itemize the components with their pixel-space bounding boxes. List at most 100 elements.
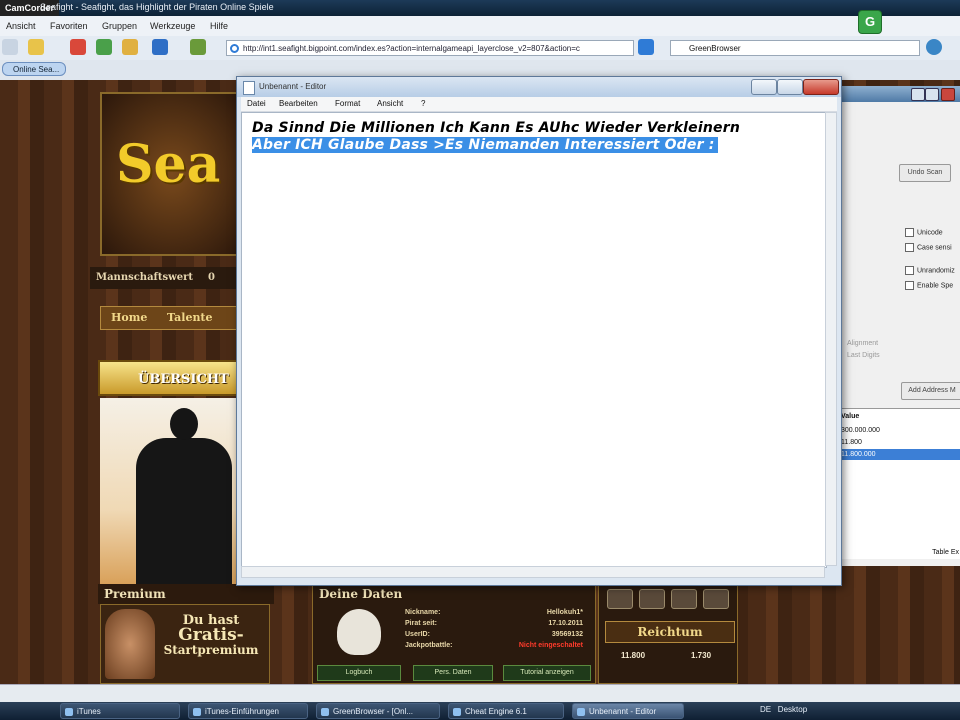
- list-item[interactable]: 11.800: [837, 437, 960, 448]
- list-item[interactable]: 11.800.000: [837, 449, 960, 460]
- notepad-menu-bar: Datei Bearbeiten Format Ansicht ?: [241, 97, 837, 112]
- browser-status-bar: [0, 684, 960, 703]
- crew-label: Mannschaftswert: [96, 272, 193, 283]
- premium-line-3: Startpremium: [163, 643, 259, 657]
- pearls-amount: 1.730: [691, 651, 712, 660]
- task-greenbrowser[interactable]: GreenBrowser - [Onl...: [316, 703, 440, 719]
- menu-favoriten[interactable]: Favoriten: [50, 21, 88, 31]
- skull-avatar: [337, 609, 381, 655]
- ie-icon: [230, 44, 239, 53]
- case-sensitive-label: Case sensi: [917, 244, 952, 252]
- premium-title: Premium: [98, 584, 274, 604]
- map-icon[interactable]: [671, 589, 697, 609]
- add-address-button[interactable]: Add Address M: [901, 382, 960, 400]
- gold-amount: 11.800: [621, 651, 646, 660]
- address-text: http://int1.seafight.bigpoint.com/index.…: [243, 44, 580, 53]
- data-key: Jackpotbattle:: [405, 642, 453, 649]
- unicode-label: Unicode: [917, 229, 943, 237]
- list-item[interactable]: 300.000.000: [837, 425, 960, 436]
- refresh-icon[interactable]: [96, 39, 112, 55]
- data-key: Nickname:: [405, 609, 441, 616]
- chest-icon[interactable]: [703, 589, 729, 609]
- nav-home-button[interactable]: Home: [111, 307, 147, 329]
- logo-text: Sea: [116, 134, 221, 195]
- data-value: 39569132: [551, 631, 583, 638]
- search-box[interactable]: GreenBrowser: [670, 40, 920, 56]
- nav-talents-button[interactable]: Talente: [167, 307, 213, 329]
- data-value: Nicht eingeschaltet: [518, 642, 583, 649]
- ship-icon[interactable]: [607, 589, 633, 609]
- greenbrowser-logo-icon: G: [858, 10, 882, 34]
- globe-icon[interactable]: [926, 39, 942, 55]
- desktop-toolbar[interactable]: Desktop: [778, 705, 807, 714]
- search-engine-label: GreenBrowser: [689, 44, 741, 53]
- menu-format[interactable]: Format: [335, 99, 360, 108]
- premium-line-2: Gratis-: [178, 625, 244, 645]
- task-cheat-engine[interactable]: Cheat Engine 6.1: [448, 703, 564, 719]
- menu-gruppen[interactable]: Gruppen: [102, 21, 137, 31]
- alignment-label: Alignment: [847, 340, 879, 347]
- premium-text: Du hast Gratis- Startpremium: [157, 613, 265, 658]
- language-indicator[interactable]: DE: [760, 705, 771, 714]
- folder-icon[interactable]: [28, 39, 44, 55]
- home-icon[interactable]: [122, 39, 138, 55]
- overview-banner[interactable]: ÜBERSICHT: [98, 360, 238, 396]
- data-value: Hellokuh1*: [546, 609, 583, 616]
- notepad-title: Unbenannt - Editor: [259, 82, 327, 91]
- premium-box[interactable]: Du hast Gratis- Startpremium: [100, 604, 270, 684]
- address-bar[interactable]: http://int1.seafight.bigpoint.com/index.…: [226, 40, 634, 56]
- crew-value-row: Mannschaftswert 0: [90, 267, 240, 289]
- cheat-engine-title-bar: [837, 86, 960, 102]
- taskbar: iTunes iTunes-Einführungen GreenBrowser …: [0, 702, 960, 720]
- menu-werkzeuge[interactable]: Werkzeuge: [150, 21, 195, 31]
- stop-icon[interactable]: [70, 39, 86, 55]
- speedhack-checkbox[interactable]: Enable Spe: [905, 281, 953, 290]
- pirate-portrait: [105, 609, 155, 679]
- horizontal-scrollbar[interactable]: [241, 566, 825, 578]
- back-icon[interactable]: [2, 39, 18, 55]
- table-extras-label[interactable]: Table Ex: [837, 547, 960, 558]
- address-list[interactable]: Value 300.000.000 11.800 11.800.000 Tabl…: [837, 408, 960, 559]
- notepad-text-area[interactable]: Da Sinnd Die Millionen Ich Kann Es AUhc …: [241, 112, 827, 568]
- case-sensitive-checkbox[interactable]: Case sensi: [905, 243, 952, 252]
- minimize-icon[interactable]: [751, 79, 777, 95]
- notepad-icon: [243, 81, 255, 95]
- last-digits-label: Last Digits: [847, 352, 880, 359]
- user-data-buttons: Logbuch Pers. Daten Tutorial anzeigen: [317, 665, 593, 681]
- close-icon[interactable]: [803, 79, 839, 95]
- minimize-icon[interactable]: [911, 88, 925, 101]
- vertical-scrollbar[interactable]: [825, 112, 837, 566]
- tab-online-sea[interactable]: Online Sea...: [2, 62, 66, 76]
- menu-bearbeiten[interactable]: Bearbeiten: [279, 99, 318, 108]
- text-line-1: Da Sinnd Die Millionen Ich Kann Es AUhc …: [252, 120, 741, 136]
- menu-ansicht[interactable]: Ansicht: [377, 99, 403, 108]
- menu-help[interactable]: ?: [421, 99, 425, 108]
- undo-scan-button[interactable]: Undo Scan: [899, 164, 951, 182]
- unrandomizer-checkbox[interactable]: Unrandomiz: [905, 266, 955, 275]
- task-itunes-intro[interactable]: iTunes-Einführungen: [188, 703, 308, 719]
- tools-icon[interactable]: [190, 39, 206, 55]
- logbook-button[interactable]: Logbuch: [317, 665, 401, 681]
- menu-datei[interactable]: Datei: [247, 99, 266, 108]
- value-header: Value: [841, 413, 860, 420]
- maximize-icon[interactable]: [777, 79, 803, 95]
- silhouette-body: [136, 438, 232, 584]
- text-line-2-selected: Aber ICH Glaube Dass >Es Niemanden Inter…: [252, 137, 718, 153]
- tutorial-button[interactable]: Tutorial anzeigen: [503, 665, 591, 681]
- user-data-title: Deine Daten: [319, 587, 403, 601]
- browser-menu-bar: Ansicht Favoriten Gruppen Werkzeuge Hilf…: [0, 16, 960, 37]
- personal-data-button[interactable]: Pers. Daten: [413, 665, 493, 681]
- notepad-title-bar: Unbenannt - Editor: [237, 77, 841, 97]
- unicode-checkbox[interactable]: Unicode: [905, 228, 943, 237]
- data-value: 17.10.2011: [548, 620, 583, 627]
- maximize-icon[interactable]: [925, 88, 939, 101]
- task-notepad[interactable]: Unbenannt - Editor: [572, 703, 684, 719]
- task-itunes[interactable]: iTunes: [60, 703, 180, 719]
- close-icon[interactable]: [941, 88, 955, 101]
- menu-ansicht[interactable]: Ansicht: [6, 21, 36, 31]
- undo-icon[interactable]: [152, 39, 168, 55]
- menu-hilfe[interactable]: Hilfe: [210, 21, 228, 31]
- cannon-icon[interactable]: [639, 589, 665, 609]
- go-icon[interactable]: [638, 39, 654, 55]
- cheat-engine-window: Undo Scan Unicode Case sensi Unrandomiz …: [836, 86, 960, 566]
